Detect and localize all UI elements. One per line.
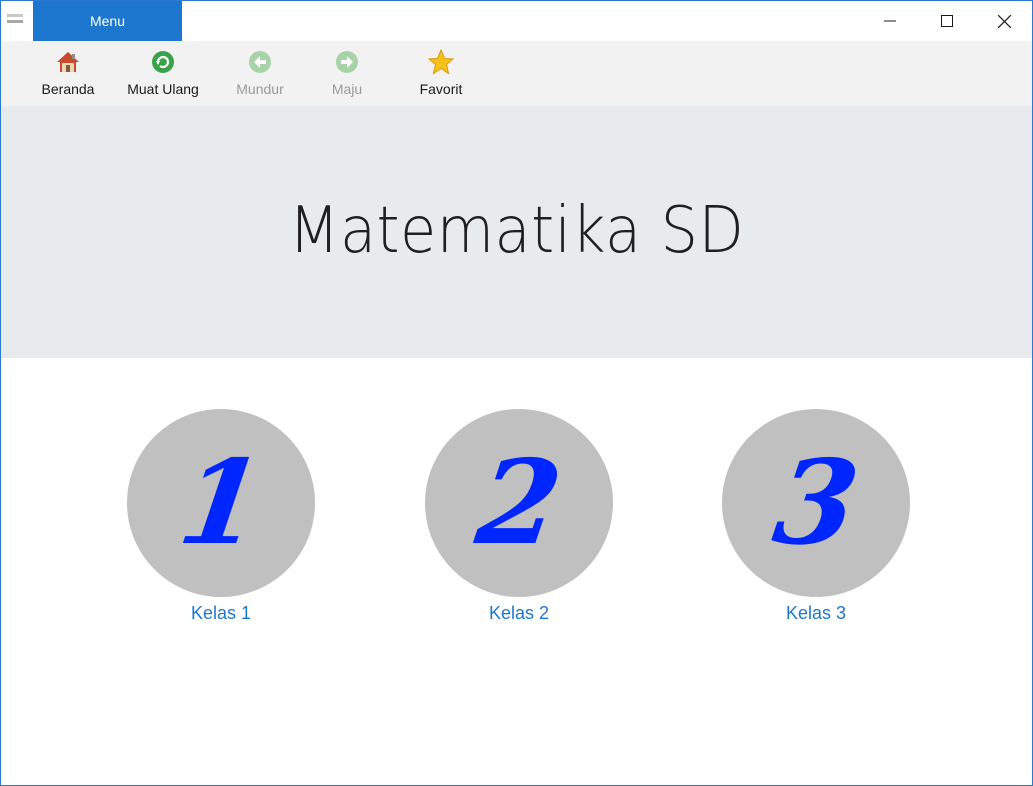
close-icon xyxy=(997,14,1011,28)
grade-tile-3[interactable]: 3 Kelas 3 xyxy=(721,409,911,624)
favorite-label: Favorit xyxy=(419,81,463,97)
back-arrow-icon xyxy=(247,49,273,75)
favorite-button[interactable]: Favorit xyxy=(414,41,468,103)
back-label: Mundur xyxy=(236,81,284,97)
grade-number: 2 xyxy=(469,435,569,571)
back-button[interactable]: Mundur xyxy=(230,41,290,103)
minimize-icon xyxy=(884,20,896,22)
grade-tile-2[interactable]: 2 Kelas 2 xyxy=(424,409,614,624)
home-button[interactable]: Beranda xyxy=(37,41,99,103)
grade-label[interactable]: Kelas 1 xyxy=(191,603,251,624)
page-title: Matematika SD xyxy=(288,194,745,268)
grade-label[interactable]: Kelas 2 xyxy=(489,603,549,624)
close-button[interactable] xyxy=(976,1,1032,41)
grade-circle[interactable]: 3 xyxy=(722,409,910,597)
toolbar: Beranda Muat Ulang Mundur Maju Favorit xyxy=(1,41,1032,106)
refresh-button[interactable]: Muat Ulang xyxy=(122,41,204,103)
maximize-button[interactable] xyxy=(919,1,975,41)
minimize-button[interactable] xyxy=(862,1,918,41)
app-logo-icon xyxy=(6,12,24,26)
grade-number: 3 xyxy=(766,435,866,571)
grade-circle[interactable]: 2 xyxy=(425,409,613,597)
forward-button[interactable]: Maju xyxy=(323,41,371,103)
hero-banner: Matematika SD xyxy=(1,106,1032,358)
maximize-icon xyxy=(941,15,953,27)
grade-label[interactable]: Kelas 3 xyxy=(786,603,846,624)
grade-tile-1[interactable]: 1 Kelas 1 xyxy=(126,409,316,624)
star-icon xyxy=(428,49,454,75)
home-icon xyxy=(55,49,81,75)
forward-arrow-icon xyxy=(334,49,360,75)
refresh-label: Muat Ulang xyxy=(127,81,199,97)
home-label: Beranda xyxy=(41,81,95,97)
title-bar: Menu xyxy=(1,1,1032,41)
menu-button[interactable]: Menu xyxy=(33,1,182,41)
refresh-icon xyxy=(150,49,176,75)
app-window: Menu Beranda Muat Ulang Mundur Maju Favo… xyxy=(0,0,1033,786)
forward-label: Maju xyxy=(331,81,363,97)
grade-number: 1 xyxy=(171,435,271,571)
grade-circle[interactable]: 1 xyxy=(127,409,315,597)
